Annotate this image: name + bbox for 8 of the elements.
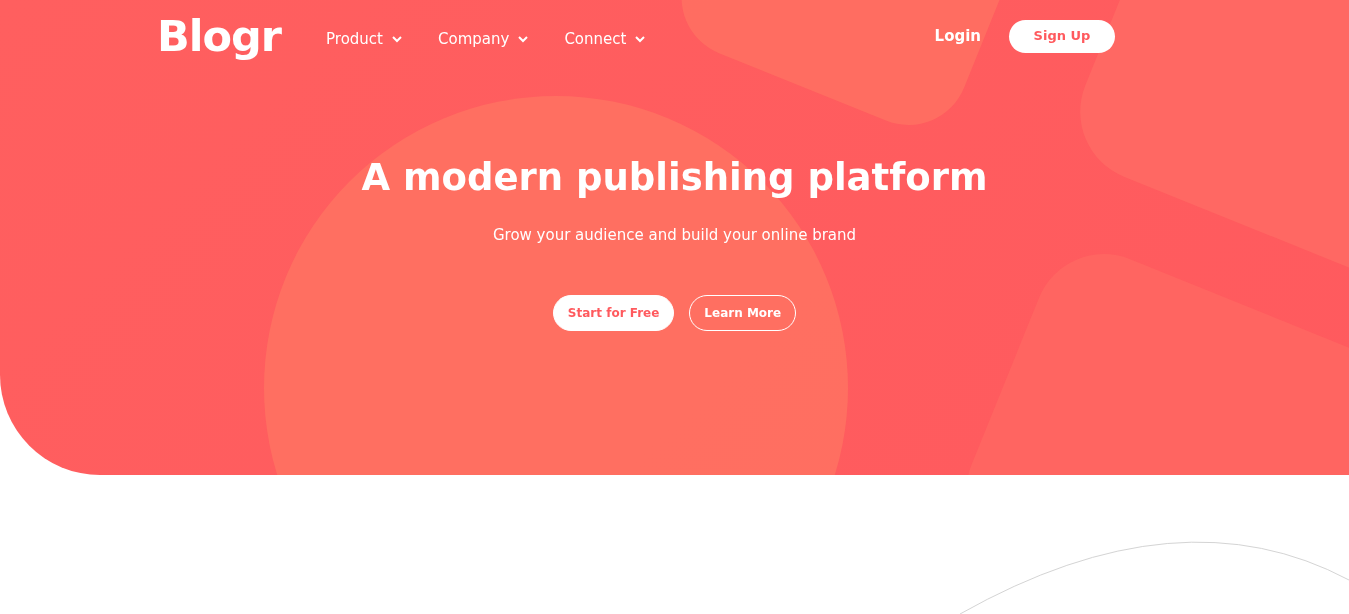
sign-up-button[interactable]: Sign Up [1009, 19, 1115, 53]
hero-subtitle: Grow your audience and build your online brand [492, 225, 857, 247]
nav-menu-item[interactable]: Connect [564, 27, 646, 51]
hero-heading: A modern publishing platform [361, 156, 988, 201]
nav-menu-item[interactable]: Company [438, 27, 529, 51]
login-link[interactable]: Login [934, 24, 981, 48]
logo[interactable]: Blogr [157, 14, 282, 58]
nav-menu-item[interactable]: Product [326, 27, 402, 51]
